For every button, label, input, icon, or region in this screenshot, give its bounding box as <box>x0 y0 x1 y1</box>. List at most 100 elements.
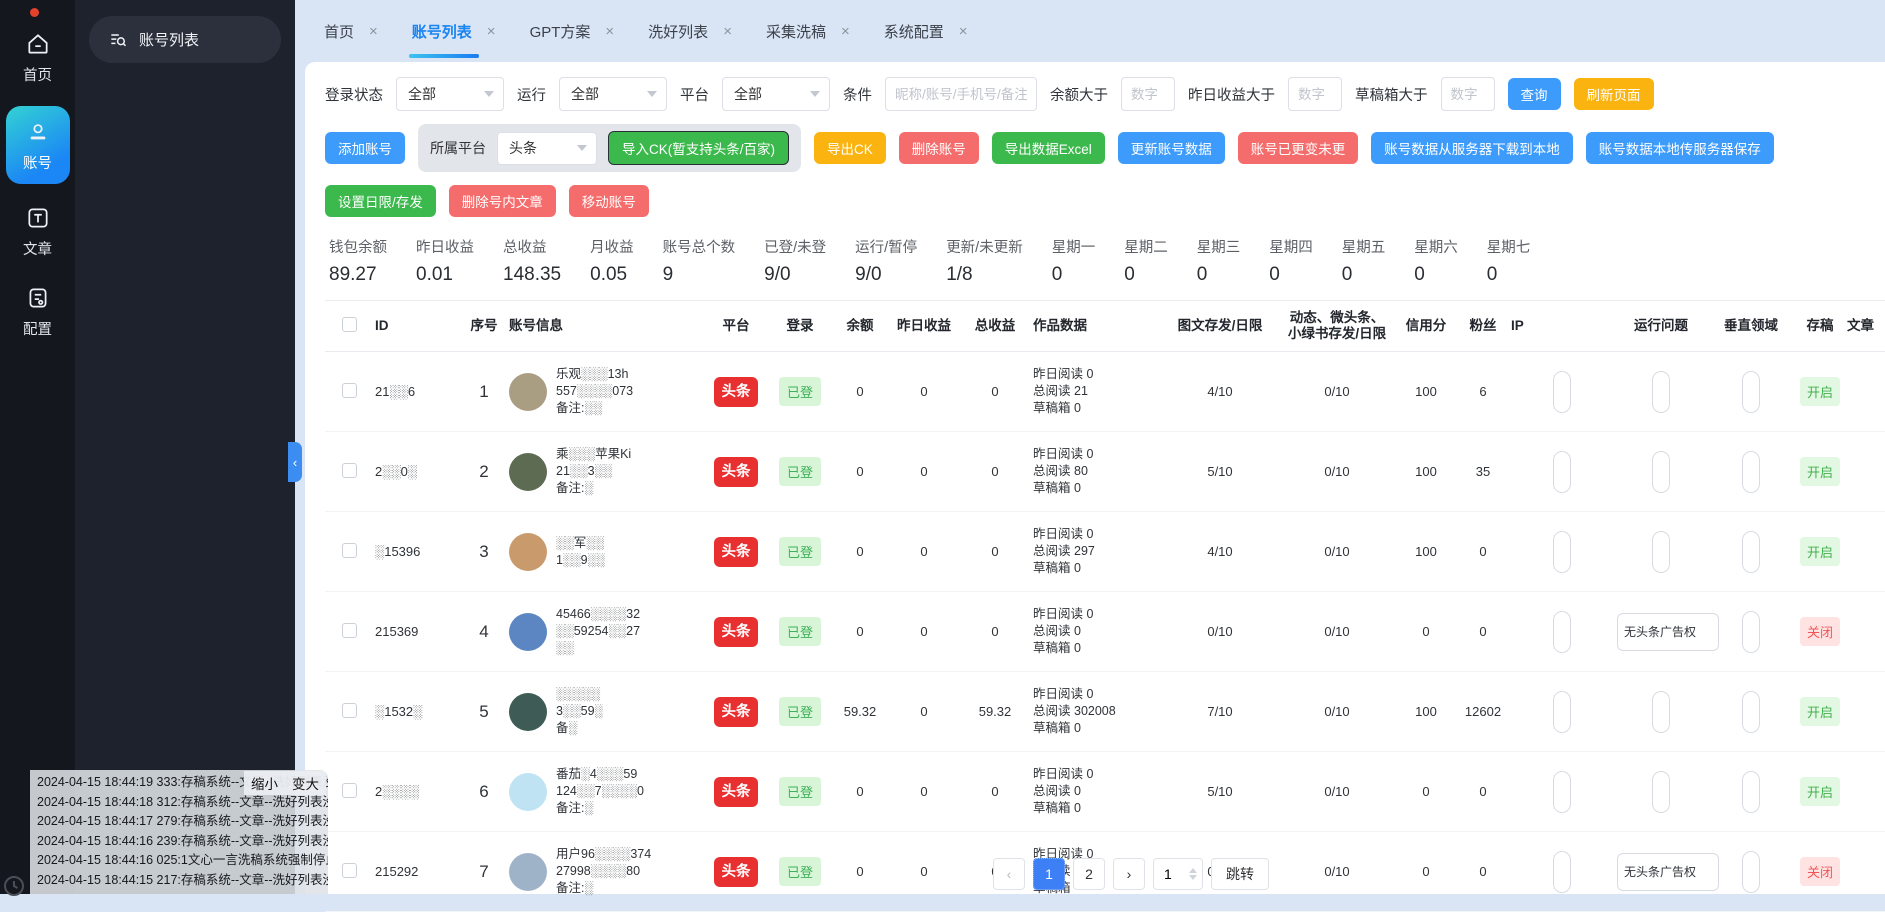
sidebar-item-account-list[interactable]: 账号列表 <box>89 16 281 63</box>
filter-select[interactable]: 全部 <box>559 77 667 111</box>
tab[interactable]: 采集洗稿 × <box>749 0 867 62</box>
vertical-domain-input[interactable] <box>1742 451 1760 493</box>
toolbar-button[interactable]: 账号数据本地传服务器保存 <box>1586 132 1774 164</box>
toolbar-button[interactable]: 更新账号数据 <box>1118 132 1225 164</box>
ip-input[interactable] <box>1553 851 1571 893</box>
tab-close-icon[interactable]: × <box>723 23 732 40</box>
ip-input[interactable] <box>1553 771 1571 813</box>
stat-label: 昨日收益 <box>416 236 474 257</box>
cell-credit: 100 <box>1395 672 1457 752</box>
tab[interactable]: 洗好列表 × <box>631 0 749 62</box>
tab-close-icon[interactable]: × <box>841 23 850 40</box>
menu-item-label: 账号列表 <box>139 29 199 50</box>
cell-yesterday-income: 0 <box>889 352 959 432</box>
ip-input[interactable] <box>1553 611 1571 653</box>
numeric-filter-input[interactable] <box>1288 77 1342 111</box>
toolbar-button[interactable]: 设置日限/存发 <box>325 185 436 217</box>
ip-input[interactable] <box>1553 451 1571 493</box>
toolbar-button[interactable]: 账号数据从服务器下载到本地 <box>1371 132 1573 164</box>
account-note: 备注:░░ <box>556 400 633 417</box>
page-button[interactable]: 1 <box>1033 858 1065 890</box>
vertical-domain-input[interactable] <box>1742 371 1760 413</box>
vertical-domain-input[interactable] <box>1742 611 1760 653</box>
cell-info: ░░░░░ 3░░59░ 备░ <box>507 672 703 752</box>
avatar <box>509 613 547 651</box>
log-zoom-out-button[interactable]: 缩小 <box>251 773 278 793</box>
filter-select[interactable]: 全部 <box>722 77 830 111</box>
toolbar-button[interactable]: 删除号内文章 <box>449 185 556 217</box>
jump-page-input[interactable]: 1 <box>1153 858 1203 890</box>
spinner-icons[interactable] <box>1189 868 1197 880</box>
run-issue-input[interactable] <box>1652 451 1670 493</box>
sidebar-item-home[interactable]: 首页 <box>0 18 75 98</box>
prev-page-button[interactable]: ‹ <box>993 858 1025 890</box>
row-checkbox[interactable] <box>342 463 357 478</box>
vertical-domain-input[interactable] <box>1742 851 1760 893</box>
refresh-page-button[interactable]: 刷新页面 <box>1574 78 1654 110</box>
ip-input[interactable] <box>1553 531 1571 573</box>
row-checkbox[interactable] <box>342 623 357 638</box>
cell-daily2: 0/10 <box>1279 672 1395 752</box>
vertical-domain-input[interactable] <box>1742 771 1760 813</box>
cell-works: 昨日阅读 0 总阅读 21 草稿箱 0 <box>1031 352 1161 432</box>
tab-close-icon[interactable]: × <box>959 23 968 40</box>
cell-seq: 6 <box>461 752 507 832</box>
numeric-filter-input[interactable] <box>1121 77 1175 111</box>
run-issue-input[interactable] <box>1617 853 1719 891</box>
sidebar-item-accounts[interactable]: 账号 <box>6 106 70 184</box>
tab[interactable]: 系统配置 × <box>867 0 985 62</box>
ip-input[interactable] <box>1553 371 1571 413</box>
next-page-button[interactable]: › <box>1113 858 1145 890</box>
page-button[interactable]: 2 <box>1073 858 1105 890</box>
add-account-button[interactable]: 添加账号 <box>325 132 405 164</box>
ip-input[interactable] <box>1553 691 1571 733</box>
run-issue-input[interactable] <box>1652 531 1670 573</box>
cell-yesterday-income: 0 <box>889 832 959 912</box>
import-ck-button[interactable]: 导入CK(暂支持头条/百家) <box>608 131 789 165</box>
sidebar-item-articles[interactable]: 文章 <box>0 192 75 272</box>
select-all-checkbox[interactable] <box>342 317 357 332</box>
collapse-panel-button[interactable]: ‹ <box>288 442 302 482</box>
jump-button[interactable]: 跳转 <box>1211 858 1269 890</box>
tab-close-icon[interactable]: × <box>487 23 496 40</box>
row-checkbox[interactable] <box>342 863 357 878</box>
toolbar-button[interactable]: 导出CK <box>814 132 886 164</box>
tab[interactable]: 首页 × <box>307 0 395 62</box>
row-checkbox[interactable] <box>342 543 357 558</box>
settings-icon <box>25 285 51 311</box>
toolbar-button[interactable]: 导出数据Excel <box>992 132 1105 164</box>
search-button[interactable]: 查询 <box>1508 78 1561 110</box>
run-issue-input[interactable] <box>1617 613 1719 651</box>
platform-select[interactable]: 头条 <box>497 132 597 165</box>
col-login: 登录 <box>769 301 831 352</box>
tab-bar: 首页 × 账号列表 × GPT方案 × 洗好列表 × 采集洗稿 × <box>295 0 1885 62</box>
tab[interactable]: 账号列表 × <box>395 0 513 62</box>
cell-works: 昨日阅读 0 总阅读 0 草稿箱 0 <box>1031 752 1161 832</box>
run-issue-input[interactable] <box>1652 691 1670 733</box>
vertical-domain-input[interactable] <box>1742 531 1760 573</box>
condition-input[interactable] <box>885 77 1037 111</box>
row-checkbox[interactable] <box>342 703 357 718</box>
tab[interactable]: GPT方案 × <box>513 0 632 62</box>
row-checkbox[interactable] <box>342 383 357 398</box>
user-icon <box>25 119 51 145</box>
cell-seq: 3 <box>461 512 507 592</box>
log-zoom-in-button[interactable]: 变大 <box>292 773 319 793</box>
avatar <box>509 853 547 891</box>
vertical-domain-input[interactable] <box>1742 691 1760 733</box>
cell-seq: 7 <box>461 832 507 912</box>
tab-close-icon[interactable]: × <box>369 23 378 40</box>
run-issue-input[interactable] <box>1652 771 1670 813</box>
numeric-filter-input[interactable] <box>1441 77 1495 111</box>
account-number: 557░░░░073 <box>556 383 633 400</box>
sidebar-item-config[interactable]: 配置 <box>0 272 75 352</box>
numeric-filter-label: 草稿箱大于 <box>1355 84 1428 105</box>
sidebar-item-label: 首页 <box>23 64 52 85</box>
run-issue-input[interactable] <box>1652 371 1670 413</box>
toolbar-button[interactable]: 删除账号 <box>899 132 979 164</box>
filter-select[interactable]: 全部 <box>396 77 504 111</box>
toolbar-button[interactable]: 移动账号 <box>569 185 649 217</box>
row-checkbox[interactable] <box>342 783 357 798</box>
tab-close-icon[interactable]: × <box>605 23 614 40</box>
toolbar-button[interactable]: 账号已更变未更 <box>1238 132 1359 164</box>
